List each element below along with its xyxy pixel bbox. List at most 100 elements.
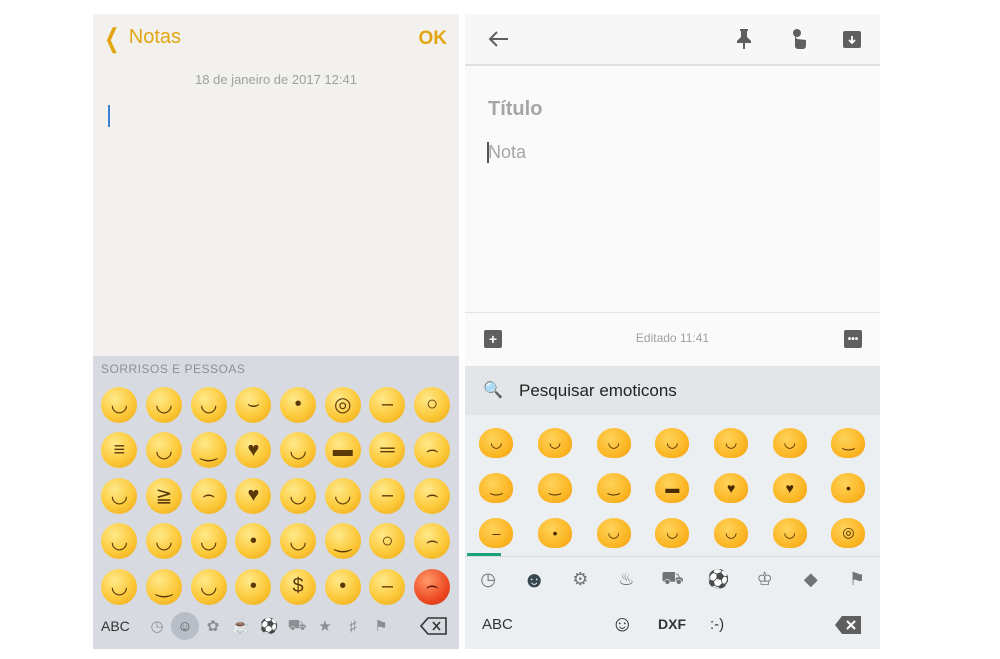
emoji-neutral[interactable]: –	[369, 386, 406, 423]
emoji-flushed[interactable]: ○	[414, 386, 451, 423]
clock-icon[interactable]: ◷	[143, 612, 171, 640]
emoji-nerd[interactable]: ◎	[324, 386, 361, 423]
pin-icon[interactable]	[731, 26, 757, 52]
emoji-winking[interactable]: ‿	[146, 568, 183, 605]
emoji-sunglasses[interactable]: ▬	[324, 432, 361, 469]
symbols-icon[interactable]: ♯	[339, 612, 367, 640]
emoji-grimacing[interactable]: ≡	[101, 432, 138, 469]
emoji-laughing[interactable]: ◡	[101, 477, 138, 514]
emoji-nerd[interactable]: ◎	[831, 517, 866, 548]
back-button[interactable]: ❮ Notas	[101, 25, 181, 51]
emoji-kissing-blush[interactable]: •	[538, 517, 573, 548]
animal-icon[interactable]: ✿	[199, 612, 227, 640]
more-options-icon[interactable]: •••	[844, 330, 862, 348]
emoji-heart-eyes[interactable]: ♥	[714, 472, 749, 503]
ios-top-bar: ❮ Notas OK	[93, 14, 459, 64]
emoji-money-mouth[interactable]: $	[280, 568, 317, 605]
emoji-kissing[interactable]: •	[831, 472, 866, 503]
emoji-sweat-smile[interactable]: ◡	[146, 432, 183, 469]
text-cursor	[487, 142, 489, 163]
flag-icon[interactable]: ⚑	[843, 566, 871, 594]
flag-icon[interactable]: ⚑	[367, 612, 395, 640]
gif-key[interactable]: DXF	[658, 616, 686, 632]
food-icon[interactable]: ☕	[227, 612, 255, 640]
emoji-grinning[interactable]: ◡	[101, 386, 138, 423]
emoji-smirk[interactable]: ‿	[596, 472, 631, 503]
note-field[interactable]: Nota	[488, 142, 526, 163]
emoji-thinking[interactable]: –	[369, 568, 406, 605]
emoji-smirk[interactable]: ‿	[324, 523, 361, 560]
emoji-squint-tongue[interactable]: ◡	[280, 477, 317, 514]
smiley-icon[interactable]: ☺	[171, 612, 199, 640]
keyboard-bottom-row: ABC ☺ DXF :-)	[465, 602, 880, 649]
emoji-kissing-heart[interactable]: ♥	[772, 472, 807, 503]
emoji-disappointed[interactable]: ⌢	[414, 432, 451, 469]
gear-icon[interactable]: ⚙	[566, 566, 594, 594]
emoji-smile-eyes[interactable]: ◡	[714, 427, 749, 458]
emoji-angry-red[interactable]: ⌢	[414, 568, 451, 605]
crown-icon[interactable]: ♔	[751, 566, 779, 594]
emoji-worried[interactable]: ⌢	[414, 477, 451, 514]
smiley-icon[interactable]: ☻	[520, 566, 548, 594]
bulb-icon[interactable]: ★	[311, 612, 339, 640]
emoji-relieved[interactable]: ⌣	[235, 386, 272, 423]
clock-icon[interactable]: ◷	[474, 566, 502, 594]
abc-key[interactable]: ABC	[482, 616, 513, 633]
ball-icon[interactable]: ⚽	[255, 612, 283, 640]
diamond-icon[interactable]: ◆	[797, 566, 825, 594]
emoji-slight-smile[interactable]: ‿	[190, 432, 227, 469]
emoji-wink[interactable]: ‿	[831, 427, 866, 458]
emoji-search-bar[interactable]: 🔍 Pesquisar emoticons	[465, 366, 880, 415]
emoji-key[interactable]: ☺	[611, 611, 633, 637]
emoji-beaming[interactable]: ◡	[101, 568, 138, 605]
archive-icon[interactable]	[839, 26, 865, 52]
note-bottom-bar: + Editado 11:41 •••	[465, 312, 880, 365]
emoji-eye-roll[interactable]: ○	[369, 523, 406, 560]
back-arrow-icon[interactable]	[485, 26, 511, 52]
emoji-joy[interactable]: ◡	[101, 523, 138, 560]
emoji-grin[interactable]: ◡	[479, 427, 514, 458]
title-field[interactable]: Título	[488, 98, 542, 121]
emoji-content[interactable]: ‿	[538, 472, 573, 503]
emoji-squinting[interactable]: ≧	[146, 477, 183, 514]
emoji-tongue[interactable]: ◡	[280, 523, 317, 560]
emoji-kissing-heart[interactable]: ♥	[235, 477, 272, 514]
emoji-heart-eyes[interactable]: ♥	[235, 432, 272, 469]
emoji-wink-tongue[interactable]: ◡	[280, 432, 317, 469]
abc-key[interactable]: ABC	[101, 618, 143, 634]
emoji-confused[interactable]: ⌢	[414, 523, 451, 560]
emoji-no-mouth[interactable]: •	[324, 568, 361, 605]
emoji-unamused[interactable]: –	[369, 477, 406, 514]
reminder-hand-icon[interactable]	[785, 26, 811, 52]
emoji-upside-down[interactable]: ⌢	[190, 477, 227, 514]
emoji-smile[interactable]: ◡	[655, 427, 690, 458]
emoji-laughing-hands[interactable]: ◡	[714, 517, 749, 548]
emoticon-key[interactable]: :-)	[710, 616, 724, 633]
done-button[interactable]: OK	[419, 28, 448, 50]
emoji-expressionless[interactable]: ═	[369, 432, 406, 469]
car-icon[interactable]: ⛟	[658, 566, 686, 594]
emoji-hugging[interactable]: ◡	[324, 477, 361, 514]
delete-key[interactable]	[834, 615, 862, 635]
emoji-sunglasses[interactable]: ▬	[655, 472, 690, 503]
emoji-smile[interactable]: ◡	[190, 386, 227, 423]
emoji-innocent[interactable]: ◡	[772, 517, 807, 548]
emoji-yum[interactable]: ◡	[190, 568, 227, 605]
delete-key[interactable]	[419, 616, 449, 636]
emoji-smile-partial[interactable]: ◡	[596, 517, 631, 548]
emoji-blush[interactable]: ◡	[190, 523, 227, 560]
emoji-grin[interactable]: ◡	[146, 386, 183, 423]
emoji-kissing-smiling[interactable]: •	[235, 568, 272, 605]
car-icon[interactable]: ⛟	[283, 612, 311, 640]
ball-icon[interactable]: ⚽	[705, 566, 733, 594]
emoji-slight-smile[interactable]: ‿	[479, 472, 514, 503]
emoji-innocent[interactable]: ◡	[146, 523, 183, 560]
emoji-blush[interactable]: ◡	[655, 517, 690, 548]
emoji-thinking-partial[interactable]: –	[479, 517, 514, 548]
emoji-happy[interactable]: ◡	[772, 427, 807, 458]
emoji-beaming[interactable]: ◡	[596, 427, 631, 458]
emoji-kissing[interactable]: •	[235, 523, 272, 560]
emoji-kissing-closed-eyes[interactable]: •	[280, 386, 317, 423]
cake-icon[interactable]: ♨	[612, 566, 640, 594]
emoji-laugh[interactable]: ◡	[538, 427, 573, 458]
